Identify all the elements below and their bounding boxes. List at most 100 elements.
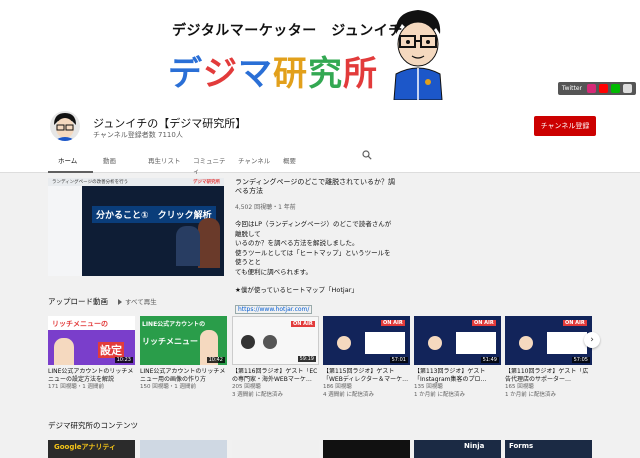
youtube-icon[interactable] bbox=[599, 84, 608, 93]
content-thumbnail[interactable]: Googleアナリティ bbox=[48, 440, 135, 458]
search-icon[interactable] bbox=[362, 150, 372, 160]
thumb-text: Ninja bbox=[464, 442, 485, 450]
thumb-text: Forms bbox=[509, 442, 534, 450]
video-thumbnail[interactable]: リッチメニューの 設定 10:23 bbox=[48, 316, 135, 365]
video-meta: 3 週間前 に配信済み bbox=[232, 392, 283, 398]
banner-title-char: 所 bbox=[343, 54, 378, 94]
subscriber-count: チャンネル登録者数 7110人 bbox=[93, 131, 183, 139]
video-thumbnail[interactable]: ON AIR 57:01 bbox=[323, 316, 410, 365]
play-all-label: すべて再生 bbox=[125, 298, 157, 306]
video-meta: 4 週間前 に配信済み bbox=[323, 392, 374, 398]
tab-community[interactable]: コミュニティ bbox=[183, 150, 228, 175]
video-card[interactable]: ON AIR 57:05 【第110回ラジオ】ゲスト「広告代理店のサポーター… … bbox=[505, 316, 592, 399]
banner-title-char: 研 bbox=[273, 54, 308, 94]
contents-shelf-title[interactable]: デジマ研究所のコンテンツ bbox=[48, 420, 138, 431]
featured-video-description: 今回はLP（ランディングページ）のどこで読者さんが離脱して いるのか？を調べる方… bbox=[235, 220, 395, 296]
thumb-sidebar bbox=[48, 186, 82, 276]
channel-banner: デジタルマーケッター ジュンイチの デジマ研究所 Twitter bbox=[0, 0, 640, 103]
content-thumbnail[interactable] bbox=[140, 440, 227, 458]
video-card[interactable]: ON AIR 51:49 【第113回ラジオ】ゲスト「Instagram集客のプ… bbox=[414, 316, 501, 399]
tab-channels[interactable]: チャンネル bbox=[228, 150, 273, 173]
shelf-next-button[interactable]: › bbox=[584, 332, 600, 348]
content-thumbnail[interactable]: Forms bbox=[505, 440, 592, 458]
instagram-icon[interactable] bbox=[587, 84, 596, 93]
mascot-illustration bbox=[393, 10, 443, 100]
video-duration: 51:49 bbox=[480, 357, 499, 363]
banner-title-char: デ bbox=[168, 54, 203, 94]
blog-icon[interactable] bbox=[623, 84, 632, 93]
content-thumbnail[interactable] bbox=[232, 440, 319, 458]
video-title[interactable]: 【第116回ラジオ】ゲスト「ECの専門家・海外WEBマーケ… bbox=[232, 368, 319, 383]
video-title[interactable]: 【第110回ラジオ】ゲスト「広告代理店のサポーター… bbox=[505, 368, 592, 383]
thumb-banner-text: 分かること① クリック解析 bbox=[92, 206, 216, 223]
subscribe-button[interactable]: チャンネル登録 bbox=[534, 116, 596, 136]
video-thumbnail[interactable]: LINE公式アカウントの リッチメニュー 10:42 bbox=[140, 316, 227, 365]
desc-line: いるのか？を調べる方法を解説しました。 bbox=[235, 239, 359, 247]
line-icon[interactable] bbox=[611, 84, 620, 93]
thumb-text: リッチメニュー bbox=[142, 337, 198, 346]
video-card[interactable]: リッチメニューの 設定 10:23 LINE公式アカウントのリッチメニューの設定… bbox=[48, 316, 135, 392]
content-thumbnail[interactable]: Ninja bbox=[414, 440, 501, 458]
video-meta: 135 回視聴 bbox=[414, 384, 443, 390]
featured-video-title[interactable]: ランディングページのどこで離脱されているか？調べる方法 bbox=[235, 178, 395, 196]
banner-title-char: 究 bbox=[308, 54, 343, 94]
thumb-logo-text: デジマ研究所 bbox=[193, 180, 220, 185]
banner-title: デジマ研究所 bbox=[168, 46, 378, 95]
desc-line: ★僕が使っているヒートマップ「Hotjar」 bbox=[235, 286, 358, 294]
video-meta: 171 回視聴・1 週間前 bbox=[48, 384, 104, 390]
chevron-right-icon: › bbox=[590, 335, 594, 345]
video-title[interactable]: LINE公式アカウントのリッチメニューの設定方法を解説 bbox=[48, 368, 135, 383]
thumb-text: ON AIR bbox=[381, 320, 405, 326]
channel-header: ジュンイチの【デジマ研究所】 チャンネル登録者数 7110人 ホーム 動画 再生… bbox=[0, 103, 640, 175]
featured-video-meta: 4,502 回視聴・1 年前 bbox=[235, 204, 296, 211]
video-thumbnail[interactable]: ON AIR 57:05 bbox=[505, 316, 592, 365]
video-meta: 150 回視聴・1 週間前 bbox=[140, 384, 196, 390]
desc-line: 今回はLP（ランディングページ）のどこで読者さんが離脱して bbox=[235, 220, 392, 238]
video-card[interactable]: ON AIR 59:19 【第116回ラジオ】ゲスト「ECの専門家・海外WEBマ… bbox=[232, 316, 319, 399]
tab-playlists[interactable]: 再生リスト bbox=[138, 150, 183, 173]
thumb-text: ON AIR bbox=[563, 320, 587, 326]
video-meta: 165 回視聴 bbox=[505, 384, 534, 390]
video-title[interactable]: 【第115回ラジオ】ゲスト「WEBディレクター＆マーケ… bbox=[323, 368, 410, 383]
tab-videos[interactable]: 動画 bbox=[93, 150, 138, 173]
video-meta: 205 回視聴 bbox=[232, 384, 261, 390]
banner-tagline: デジタルマーケッター ジュンイチの bbox=[172, 23, 418, 39]
thumb-text: リッチメニューの bbox=[52, 320, 108, 328]
uploads-shelf-title[interactable]: アップロード動画 bbox=[48, 296, 108, 307]
featured-video-info: ランディングページのどこで離脱されているか？調べる方法 4,502 回視聴・1 … bbox=[235, 178, 395, 325]
video-duration: 10:42 bbox=[206, 357, 225, 363]
banner-title-char: ジ bbox=[203, 54, 238, 94]
play-icon bbox=[118, 299, 122, 305]
video-title[interactable]: LINE公式アカウントのリッチメニュー用の画像の作り方 bbox=[140, 368, 227, 383]
banner-title-char: マ bbox=[238, 54, 273, 94]
channel-name[interactable]: ジュンイチの【デジマ研究所】 bbox=[93, 115, 246, 131]
video-card[interactable]: LINE公式アカウントの リッチメニュー 10:42 LINE公式アカウントのリ… bbox=[140, 316, 227, 392]
twitter-link-label[interactable]: Twitter bbox=[562, 85, 582, 92]
channel-avatar[interactable] bbox=[50, 111, 80, 141]
thumb-face-image bbox=[198, 218, 220, 268]
channel-tabs: ホーム 動画 再生リスト コミュニティ チャンネル 概要 bbox=[48, 150, 318, 175]
desc-line: ても便利に調べられます。 bbox=[235, 267, 313, 276]
video-duration: 57:05 bbox=[571, 357, 590, 363]
thumb-title-text: ランディングページの改善分析を行う bbox=[52, 180, 129, 185]
video-meta: 186 回視聴 bbox=[323, 384, 352, 390]
play-all-button[interactable]: すべて再生 bbox=[118, 296, 157, 306]
featured-link[interactable]: https://www.hotjar.com/ bbox=[235, 304, 313, 314]
desc-line bbox=[235, 277, 395, 286]
thumb-text: ON AIR bbox=[291, 321, 315, 327]
video-duration: 57:01 bbox=[389, 357, 408, 363]
content-thumbnail[interactable] bbox=[323, 440, 410, 458]
featured-video-thumbnail[interactable]: ランディングページの改善分析を行う デジマ研究所 分かること① クリック解析 bbox=[48, 178, 224, 276]
thumb-text: LINE公式アカウントの bbox=[142, 321, 206, 328]
youtube-channel-page: デジタルマーケッター ジュンイチの デジマ研究所 Twitter ジュンイチの【… bbox=[0, 0, 640, 458]
tab-home[interactable]: ホーム bbox=[48, 150, 93, 173]
video-title[interactable]: 【第113回ラジオ】ゲスト「Instagram集客のプロ… bbox=[414, 368, 501, 383]
thumb-person-image bbox=[176, 226, 200, 266]
video-thumbnail[interactable]: ON AIR 59:19 bbox=[232, 316, 319, 365]
video-thumbnail[interactable]: ON AIR 51:49 bbox=[414, 316, 501, 365]
tab-about[interactable]: 概要 bbox=[273, 150, 318, 173]
video-meta: 1 か月前 に配信済み bbox=[505, 392, 556, 398]
video-card[interactable]: ON AIR 57:01 【第115回ラジオ】ゲスト「WEBディレクター＆マーケ… bbox=[323, 316, 410, 399]
desc-line: 使うツールとしては「ヒートマップ」というツールを使うとと bbox=[235, 248, 391, 267]
thumb-text: Googleアナリティ bbox=[54, 443, 116, 451]
